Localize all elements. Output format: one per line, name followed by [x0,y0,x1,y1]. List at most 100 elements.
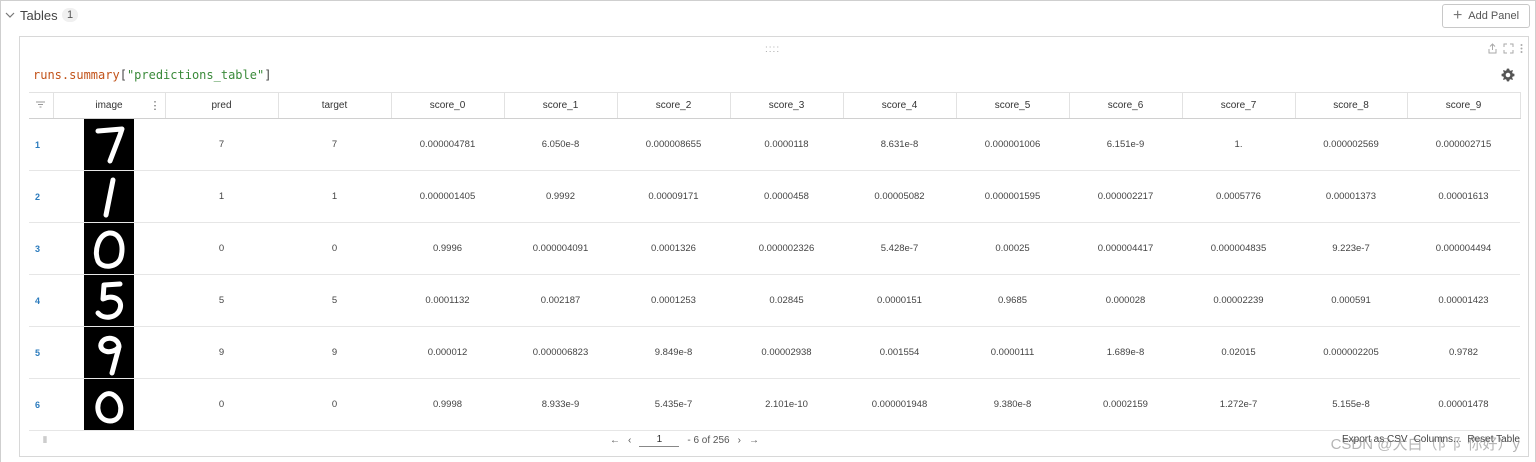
table-footer: ⦀ ← ‹ - 6 of 256 › → Export as CSV Colum… [20,428,1528,456]
image-cell[interactable] [53,118,165,171]
target-cell: 7 [278,118,391,171]
image-cell[interactable] [53,378,165,431]
column-header-target[interactable]: target [278,92,392,119]
column-header-label: image [95,100,123,111]
export-csv-button[interactable]: Export as CSV [1342,434,1408,445]
score-4-cell: 8.631e-8 [843,118,956,171]
score-4-cell: 5.428e-7 [843,222,956,275]
pred-cell: 0 [165,378,278,431]
pred-cell: 5 [165,274,278,327]
score-3-cell: 0.0000118 [730,118,843,171]
target-cell: 0 [278,378,391,431]
score-5-cell: 0.0000111 [956,326,1069,379]
mnist-digit-image[interactable] [84,327,134,378]
section-header[interactable]: Tables 1 + Add Panel [0,0,1536,32]
score-1-cell: 0.000004091 [504,222,617,275]
column-header-score-6[interactable]: score_6 [1069,92,1183,119]
row-index-link[interactable]: 3 [29,222,53,275]
next-page-button[interactable]: › [738,435,741,446]
column-header-score-4[interactable]: score_4 [843,92,957,119]
column-menu-icon[interactable]: ⋮ [150,99,161,112]
score-8-cell: 5.155e-8 [1295,378,1407,431]
image-cell[interactable] [53,274,165,327]
image-cell[interactable] [53,326,165,379]
table-row[interactable]: 4 5 5 0.0001132 0.002187 0.0001253 0.02845 0.00… [29,274,1520,327]
footer-actions: Export as CSV Columns... Reset Table [1342,434,1520,445]
table-options-icon[interactable]: ⦀ [43,435,47,446]
more-icon[interactable] [1520,43,1523,54]
last-page-button[interactable]: → [749,435,759,446]
pred-cell: 9 [165,326,278,379]
table-row[interactable]: 2 1 1 0.000001405 0.9992 0.00009171 0.0000458 0… [29,170,1520,223]
share-icon[interactable] [1488,43,1497,54]
reset-table-button[interactable]: Reset Table [1467,434,1520,445]
score-5-cell: 0.9685 [956,274,1069,327]
row-index-link[interactable]: 4 [29,274,53,327]
chevron-down-icon[interactable] [5,10,15,20]
page-number-input[interactable] [639,433,680,447]
row-index-link[interactable]: 2 [29,170,53,223]
table-row[interactable]: 3 0 0 0.9996 0.000004091 0.0001326 0.000002326… [29,222,1520,275]
columns-button[interactable]: Columns... [1414,434,1462,445]
score-0-cell: 0.9998 [391,378,504,431]
row-index-link[interactable]: 6 [29,378,53,431]
score-8-cell: 0.00001373 [1295,170,1407,223]
score-8-cell: 0.000002205 [1295,326,1407,379]
score-7-cell: 1. [1182,118,1295,171]
fullscreen-icon[interactable] [1503,43,1514,54]
filter-icon[interactable] [29,92,54,119]
column-header-score-3[interactable]: score_3 [730,92,844,119]
row-index-link[interactable]: 5 [29,326,53,379]
column-header-score-7[interactable]: score_7 [1182,92,1296,119]
table-row[interactable]: 5 9 9 0.000012 0.000006823 9.849e-8 0.00002938… [29,326,1520,379]
mnist-digit-image[interactable] [84,379,134,430]
row-index-link[interactable]: 1 [29,118,53,171]
add-panel-button[interactable]: + Add Panel [1442,4,1530,28]
column-header-score-2[interactable]: score_2 [617,92,731,119]
score-3-cell: 2.101e-10 [730,378,843,431]
query-expression[interactable]: runs.summary["predictions_table"] [33,68,271,82]
mnist-digit-image[interactable] [84,119,134,170]
score-9-cell: 0.00001613 [1407,170,1520,223]
score-2-cell: 0.00009171 [617,170,730,223]
score-7-cell: 0.0005776 [1182,170,1295,223]
score-2-cell: 0.000008655 [617,118,730,171]
pred-cell: 0 [165,222,278,275]
score-8-cell: 0.000591 [1295,274,1407,327]
gear-icon[interactable] [1500,67,1516,83]
score-4-cell: 0.000001948 [843,378,956,431]
column-header-image[interactable]: image ⋮ [53,92,166,119]
score-0-cell: 0.0001132 [391,274,504,327]
column-header-score-8[interactable]: score_8 [1295,92,1408,119]
table-row[interactable]: 6 0 0 0.9998 8.933e-9 5.435e-7 2.101e-10 0.0000… [29,378,1520,431]
score-0-cell: 0.000004781 [391,118,504,171]
column-header-pred[interactable]: pred [165,92,279,119]
score-2-cell: 0.0001253 [617,274,730,327]
score-9-cell: 0.000004494 [1407,222,1520,275]
score-7-cell: 0.00002239 [1182,274,1295,327]
score-4-cell: 0.00005082 [843,170,956,223]
drag-handle-icon[interactable]: :::: [765,44,780,55]
column-header-score-9[interactable]: score_9 [1407,92,1521,119]
score-6-cell: 1.689e-8 [1069,326,1182,379]
score-8-cell: 9.223e-7 [1295,222,1407,275]
score-1-cell: 6.050e-8 [504,118,617,171]
score-2-cell: 0.0001326 [617,222,730,275]
column-header-score-5[interactable]: score_5 [956,92,1070,119]
prev-page-button[interactable]: ‹ [628,435,631,446]
target-cell: 1 [278,170,391,223]
image-cell[interactable] [53,170,165,223]
first-page-button[interactable]: ← [610,435,620,446]
score-9-cell: 0.000002715 [1407,118,1520,171]
query-object: runs.summary [33,68,120,82]
table-header-row: image ⋮ pred target score_0 score_1 score… [29,92,1521,119]
score-6-cell: 0.0002159 [1069,378,1182,431]
score-0-cell: 0.9996 [391,222,504,275]
mnist-digit-image[interactable] [84,223,134,274]
table-row[interactable]: 1 7 7 0.000004781 6.050e-8 0.000008655 0.00001… [29,118,1520,171]
column-header-score-0[interactable]: score_0 [391,92,505,119]
mnist-digit-image[interactable] [84,275,134,326]
mnist-digit-image[interactable] [84,171,134,222]
column-header-score-1[interactable]: score_1 [504,92,618,119]
image-cell[interactable] [53,222,165,275]
